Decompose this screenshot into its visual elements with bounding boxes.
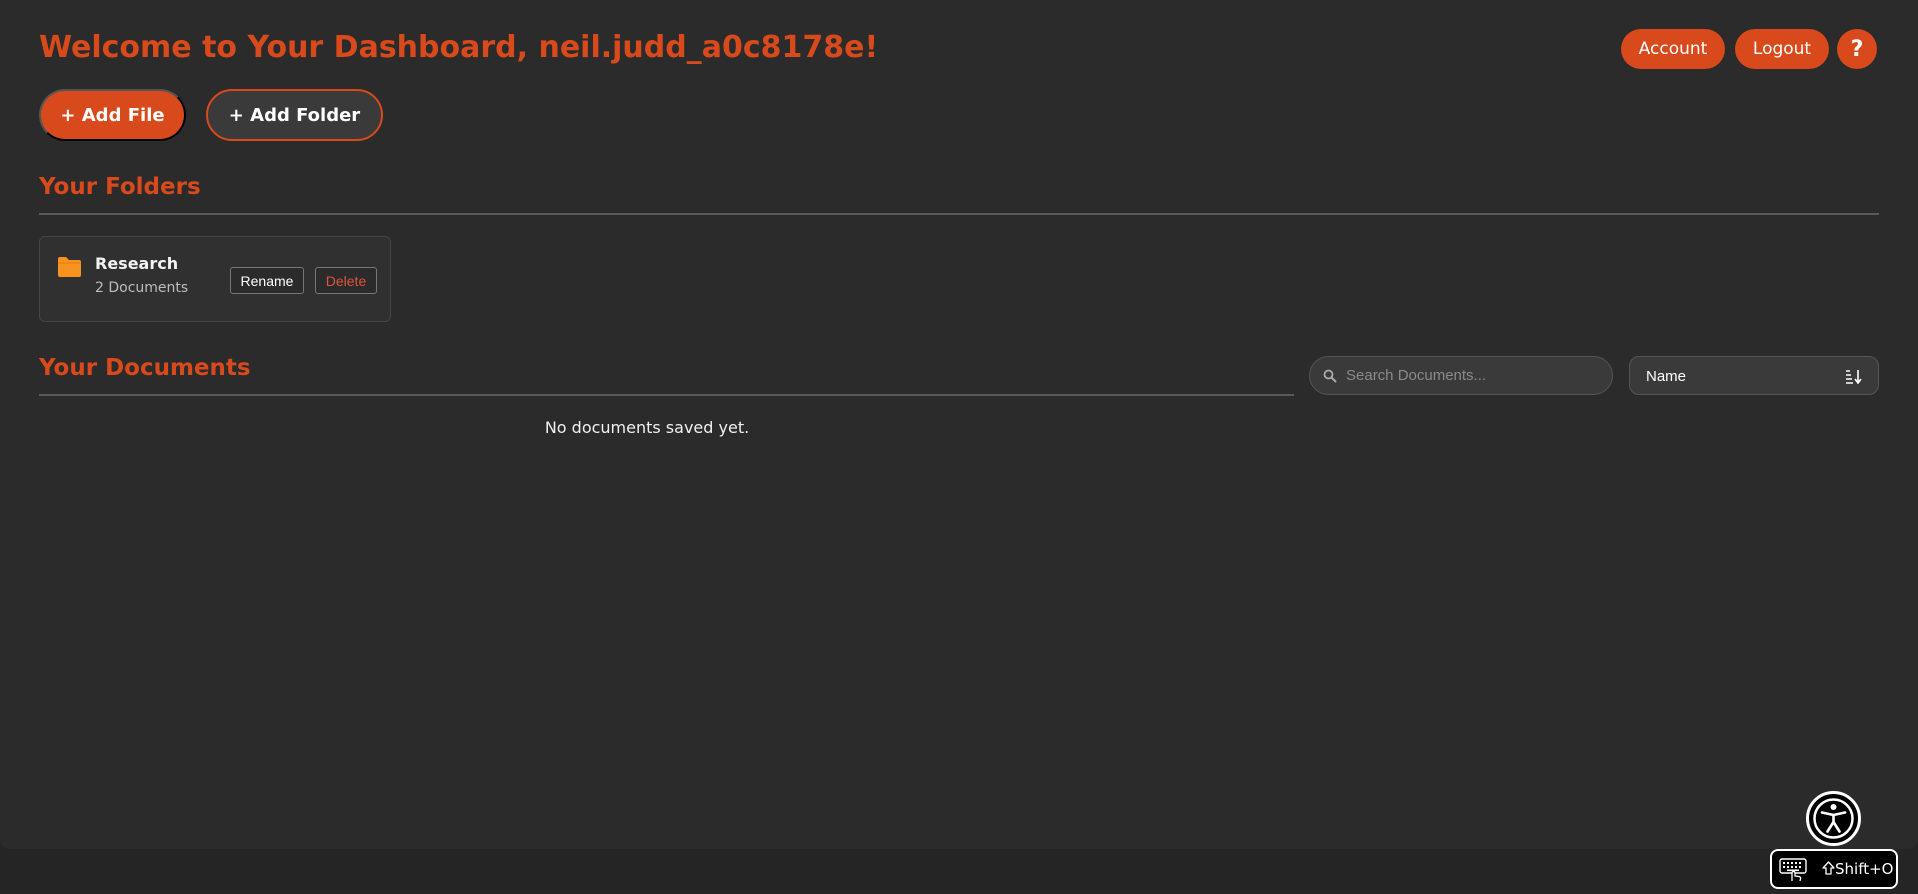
delete-folder-button[interactable]: Delete <box>315 267 377 294</box>
add-file-button[interactable]: + Add File <box>39 89 186 141</box>
account-button[interactable]: Account <box>1621 29 1725 69</box>
keyboard-shortcut-hint[interactable]: Shift+O <box>1770 849 1898 889</box>
sort-descending-icon <box>1846 370 1862 384</box>
help-button[interactable]: ? <box>1837 29 1877 69</box>
sort-value: Name <box>1646 368 1687 385</box>
documents-section-title: Your Documents <box>39 355 251 381</box>
search-input[interactable] <box>1346 357 1601 394</box>
shift-arrow-icon <box>1822 861 1835 875</box>
dashboard-panel: Welcome to Your Dashboard, neil.judd_a0c… <box>0 0 1918 849</box>
accessibility-icon <box>1813 798 1854 839</box>
search-icon <box>1323 369 1337 383</box>
folders-divider <box>39 213 1879 215</box>
page-title: Welcome to Your Dashboard, neil.judd_a0c… <box>39 30 879 65</box>
logout-button[interactable]: Logout <box>1735 29 1829 69</box>
empty-documents-message: No documents saved yet. <box>544 418 750 437</box>
rename-folder-button[interactable]: Rename <box>230 267 304 294</box>
folder-document-count: 2 Documents <box>95 280 189 296</box>
sort-select[interactable]: Name <box>1629 356 1879 395</box>
search-box[interactable] <box>1309 356 1613 395</box>
keyboard-icon <box>1779 858 1807 882</box>
folder-icon <box>58 257 81 277</box>
documents-divider <box>39 394 1294 396</box>
folder-name[interactable]: Research <box>95 254 178 273</box>
shortcut-text: Shift+O <box>1835 860 1894 878</box>
folder-card[interactable]: Research 2 Documents Rename Delete <box>39 236 391 322</box>
accessibility-button[interactable] <box>1806 791 1861 846</box>
folders-section-title: Your Folders <box>39 174 201 200</box>
add-folder-button[interactable]: + Add Folder <box>206 89 383 141</box>
shortcut-label: Shift+O <box>1822 860 1893 878</box>
